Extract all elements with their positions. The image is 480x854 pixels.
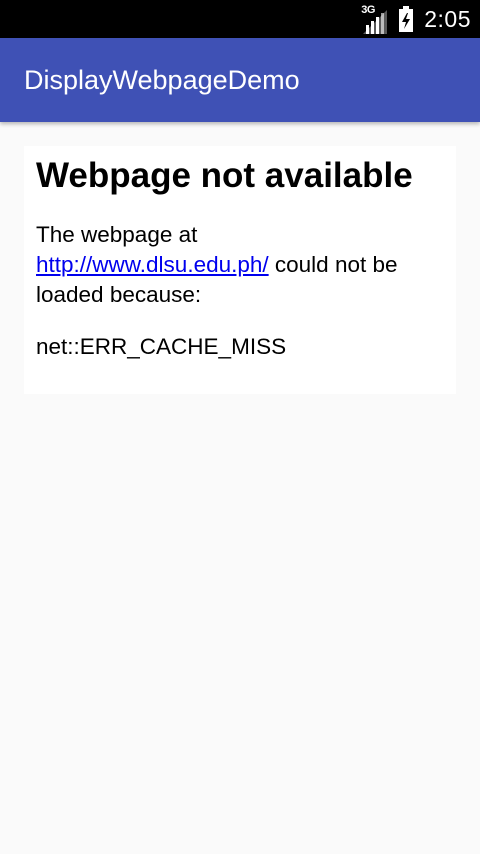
webpage-url-link[interactable]: http://www.dlsu.edu.ph/: [36, 252, 269, 277]
app-bar: DisplayWebpageDemo: [0, 38, 480, 122]
error-title: Webpage not available: [36, 156, 413, 195]
webview-error-page: Webpage not available The webpage at http…: [24, 146, 456, 394]
status-icons: 3G 2:05: [361, 0, 471, 38]
status-bar: 3G 2:05: [0, 0, 480, 38]
app-title: DisplayWebpageDemo: [24, 65, 300, 95]
status-clock: 2:05: [424, 5, 471, 32]
error-message-prefix: The webpage at: [36, 222, 198, 247]
signal-icon: 3G: [361, 4, 389, 34]
error-message: The webpage at http://www.dlsu.edu.ph/ co…: [36, 220, 444, 310]
battery-icon: [399, 6, 414, 32]
error-code: net::ERR_CACHE_MISS: [36, 334, 287, 359]
